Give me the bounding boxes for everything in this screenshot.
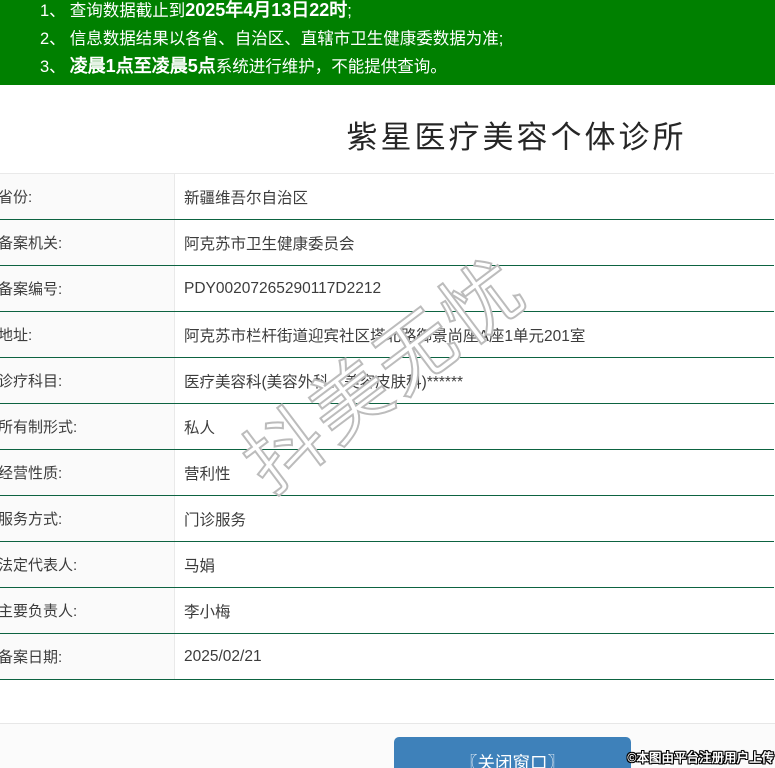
row-label-cell: 省份: xyxy=(0,174,175,219)
record-table: 省份: 新疆维吾尔自治区备案机关: 阿克苏市卫生健康委员会备案编号: PDY00207… xyxy=(0,173,774,680)
table-row: 经营性质: 营利性 xyxy=(0,450,774,496)
page-title: 紫星医疗美容个体诊所 xyxy=(346,120,687,155)
row-label-cell: 法定代表人: xyxy=(0,542,175,587)
row-value: 阿克苏市卫生健康委员会 xyxy=(184,235,355,253)
table-row: 备案日期: 2025/02/21 xyxy=(0,634,774,680)
row-label-cell: 诊疗科目: xyxy=(0,358,175,403)
row-value: 新疆维吾尔自治区 xyxy=(184,189,309,207)
notice-number: 2、 xyxy=(40,29,66,48)
row-value-cell: 医疗美容科(美容外科、美容皮肤科)****** xyxy=(175,358,774,403)
row-label: 备案机关: xyxy=(0,235,63,252)
notice-number: 3、 xyxy=(40,58,66,76)
row-label: 法定代表人: xyxy=(0,557,78,574)
table-row: 备案编号: PDY00207265290117D2212 xyxy=(0,266,774,312)
notice-header: 1、 查询数据截止到2025年4月13日22时; 2、 信息数据结果以各省、自治区、直… xyxy=(0,0,775,85)
row-label-cell: 主要负责人: xyxy=(0,588,175,633)
row-label: 地址: xyxy=(0,327,33,344)
row-label: 所有制形式: xyxy=(0,419,78,436)
row-value: 私人 xyxy=(184,419,216,437)
row-value-cell: 私人 xyxy=(175,404,774,449)
clinic-record-page: 1、 查询数据截止到2025年4月13日22时; 2、 信息数据结果以各省、自治区、直… xyxy=(0,0,775,768)
notice-segment: 系统进行维护，不能提供查询。 xyxy=(215,58,447,76)
row-value-cell: 李小梅 xyxy=(175,588,774,633)
notice-segment: 凌晨1点至凌晨5点 xyxy=(69,56,216,76)
table-row: 所有制形式: 私人 xyxy=(0,404,774,450)
row-label: 经营性质: xyxy=(0,465,63,482)
row-label-cell: 备案日期: xyxy=(0,634,175,679)
row-label-cell: 备案编号: xyxy=(0,266,175,311)
notice-segment: 2025年4月13日22时 xyxy=(185,0,348,20)
row-label: 备案日期: xyxy=(0,649,63,666)
row-value-cell: 新疆维吾尔自治区 xyxy=(175,174,774,219)
row-value-cell: 阿克苏市栏杆街道迎宾社区塔北路御景尚座A座1单元201室 xyxy=(175,312,774,357)
notice-segment: 查询数据截止到 xyxy=(69,2,186,20)
row-value: 门诊服务 xyxy=(184,511,247,529)
row-value-cell: PDY00207265290117D2212 xyxy=(175,266,774,311)
row-label: 诊疗科目: xyxy=(0,373,63,390)
row-label: 服务方式: xyxy=(0,511,63,528)
row-label-cell: 地址: xyxy=(0,312,175,357)
close-window-button[interactable]: 〖关闭窗口〗 xyxy=(394,737,631,768)
notice-line: 3、 凌晨1点至凌晨5点系统进行维护，不能提供查询。 xyxy=(40,53,765,82)
row-value-cell: 马娟 xyxy=(175,542,774,587)
row-value: 阿克苏市栏杆街道迎宾社区塔北路御景尚座A座1单元201室 xyxy=(184,327,586,345)
row-label-cell: 服务方式: xyxy=(0,496,175,541)
notice-line: 2、 信息数据结果以各省、自治区、直辖市卫生健康委数据为准; xyxy=(40,26,765,54)
row-value-cell: 阿克苏市卫生健康委员会 xyxy=(175,220,774,265)
row-label: 备案编号: xyxy=(0,281,63,298)
table-row: 法定代表人: 马娟 xyxy=(0,542,774,588)
notice-segment: ; xyxy=(347,2,352,20)
table-row: 诊疗科目: 医疗美容科(美容外科、美容皮肤科)****** xyxy=(0,358,774,404)
row-value-cell: 2025/02/21 xyxy=(175,634,774,679)
row-label: 省份: xyxy=(0,189,33,206)
row-value: PDY00207265290117D2212 xyxy=(184,279,382,297)
row-value: 营利性 xyxy=(184,465,231,483)
row-value: 2025/02/21 xyxy=(184,647,262,665)
row-value: 马娟 xyxy=(184,557,216,575)
row-label-cell: 所有制形式: xyxy=(0,404,175,449)
row-label-cell: 备案机关: xyxy=(0,220,175,265)
photo-credit-stamp: ©本图由平台注册用户上传 xyxy=(627,751,774,765)
table-row: 备案机关: 阿克苏市卫生健康委员会 xyxy=(0,220,774,266)
table-row: 主要负责人: 李小梅 xyxy=(0,588,774,634)
notice-segment: 信息数据结果以各省、自治区、直辖市卫生健康委数据为准; xyxy=(69,29,504,48)
table-row: 地址: 阿克苏市栏杆街道迎宾社区塔北路御景尚座A座1单元201室 xyxy=(0,312,774,358)
table-row: 省份: 新疆维吾尔自治区 xyxy=(0,174,774,220)
row-value: 医疗美容科(美容外科、美容皮肤科)****** xyxy=(184,373,464,391)
notice-number: 1、 xyxy=(40,2,66,20)
row-value-cell: 门诊服务 xyxy=(175,496,774,541)
table-row: 服务方式: 门诊服务 xyxy=(0,496,774,542)
row-value: 李小梅 xyxy=(184,603,231,621)
row-value-cell: 营利性 xyxy=(175,450,774,495)
row-label-cell: 经营性质: xyxy=(0,450,175,495)
row-label: 主要负责人: xyxy=(0,603,78,620)
notice-line: 1、 查询数据截止到2025年4月13日22时; xyxy=(40,0,765,26)
